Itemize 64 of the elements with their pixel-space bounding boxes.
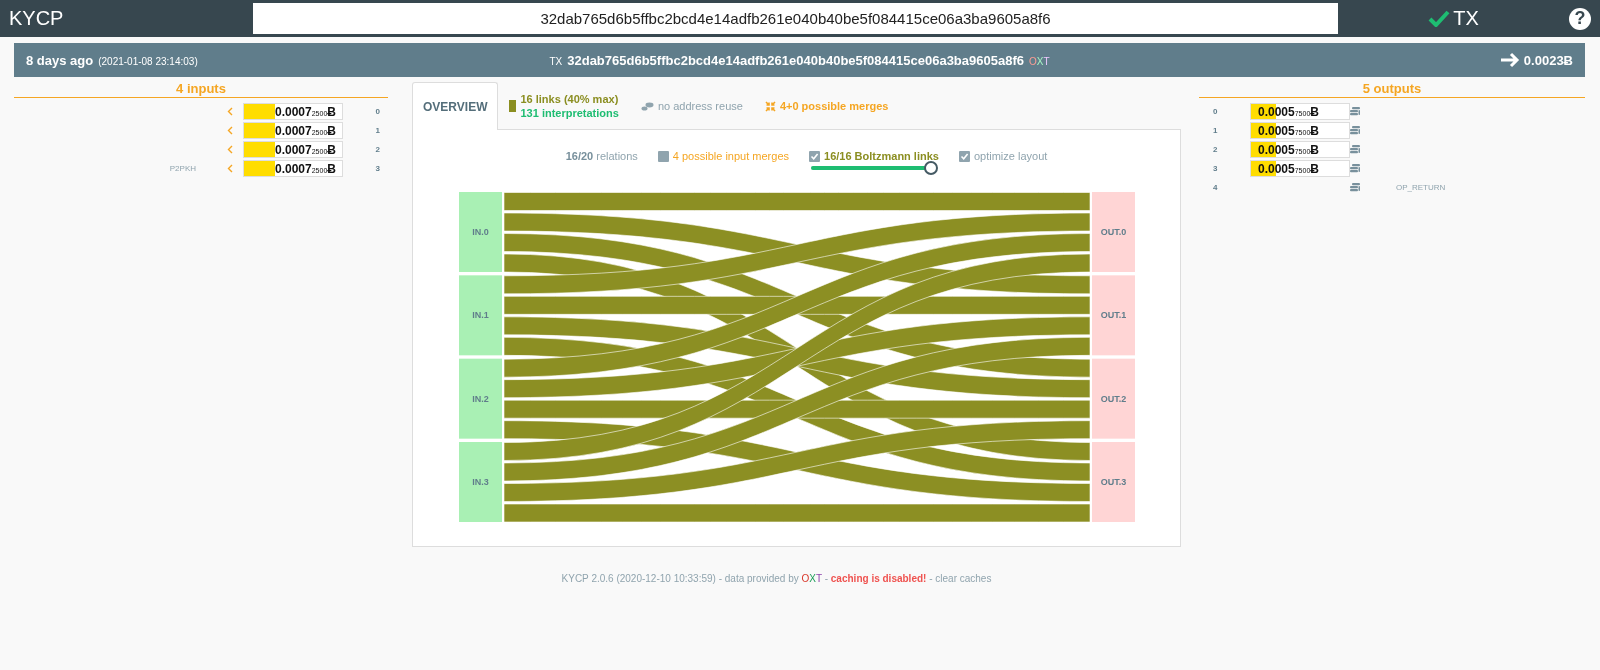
output-index: 2 xyxy=(1213,145,1219,154)
checkbox[interactable] xyxy=(958,150,970,162)
total-amount: 0.0023Ƀ xyxy=(1523,52,1573,68)
footprints-icon xyxy=(640,101,654,111)
output-node[interactable] xyxy=(1091,192,1135,272)
node-label: IN.0 xyxy=(471,227,489,237)
coins-icon[interactable] xyxy=(1350,107,1360,116)
inputs-title: 4 inputs xyxy=(14,79,388,98)
help-icon[interactable]: ? xyxy=(1569,7,1591,30)
node-label: IN.3 xyxy=(471,477,489,487)
txid: 32dab765d6b5ffbc2bcd4e14adfb261e040b40be5f084415ce06a3ba9605a8f6 xyxy=(567,52,1024,68)
input-node[interactable] xyxy=(458,192,502,272)
chevron-left-icon[interactable] xyxy=(227,164,233,173)
explorer-link[interactable]: OXT xyxy=(801,573,822,584)
checkbox-label: optimize layout xyxy=(973,150,1048,162)
input-index: 2 xyxy=(375,145,380,154)
input-node[interactable] xyxy=(458,442,502,522)
coins-icon[interactable] xyxy=(1350,164,1360,173)
input-index: 0 xyxy=(375,107,380,116)
input-node[interactable] xyxy=(458,275,502,356)
coins-icon[interactable] xyxy=(1350,183,1360,192)
tab[interactable]: 16 links (40% max) 131 interpretations xyxy=(498,82,630,129)
app-logo[interactable]: KYCP xyxy=(0,7,253,30)
coins-icon[interactable] xyxy=(1350,126,1360,135)
script-type: OP_RETURN xyxy=(1395,183,1447,192)
chevron-left-icon[interactable] xyxy=(227,126,233,135)
tab[interactable]: OVERVIEW xyxy=(412,82,499,130)
merge-icon xyxy=(764,100,776,112)
input-index: 1 xyxy=(375,126,380,135)
checkbox[interactable] xyxy=(657,150,669,162)
relations-count: 16/20 relations xyxy=(565,150,638,162)
chevron-left-icon[interactable] xyxy=(227,145,233,154)
output-index: 0 xyxy=(1213,107,1219,116)
node-label: OUT.2 xyxy=(1100,393,1126,404)
footer-text: KYCP 2.0.6 (2020-12-10 10:33:59) - data provided by OXT - caching is disabled! - clear caches xyxy=(560,573,993,584)
output-node[interactable] xyxy=(1091,275,1135,356)
type-label: TX xyxy=(1453,7,1479,30)
node-label: OUT.0 xyxy=(1100,227,1126,237)
checkbox[interactable] xyxy=(809,150,820,162)
output-index: 4 xyxy=(1213,183,1219,192)
explorer-link[interactable]: OXT xyxy=(1029,55,1050,67)
output-index: 1 xyxy=(1213,126,1219,135)
search-field[interactable]: 32dab765d6b5ffbc2bcd4e14adfb261e040b40be5f084415ce06a3ba9605a8f6 xyxy=(253,3,1338,34)
coins-icon[interactable] xyxy=(1350,145,1360,154)
node-label: IN.1 xyxy=(471,310,489,321)
bar-icon xyxy=(509,100,517,112)
arrow-right-icon xyxy=(1499,52,1520,68)
output-node[interactable] xyxy=(1091,442,1135,522)
tx-label: TX xyxy=(549,55,563,67)
node-label: OUT.1 xyxy=(1100,310,1126,321)
output-index: 3 xyxy=(1213,164,1219,173)
timestamp: (2021-01-08 23:14:03) xyxy=(98,55,198,67)
chevron-left-icon[interactable] xyxy=(227,107,233,116)
output-node[interactable] xyxy=(1091,358,1135,439)
node-label: IN.2 xyxy=(471,393,489,404)
input-index: 3 xyxy=(375,164,380,173)
outputs-title: 5 outputs xyxy=(1199,79,1585,98)
checkbox-label: 16/16 Boltzmann links xyxy=(824,150,939,162)
slider-thumb[interactable] xyxy=(924,161,938,175)
script-type: P2PKH xyxy=(169,164,197,173)
node-label: OUT.3 xyxy=(1100,477,1126,487)
age-text: 8 days ago xyxy=(26,52,94,68)
input-node[interactable] xyxy=(458,358,502,439)
checkbox-label: 4 possible input merges xyxy=(672,150,789,162)
